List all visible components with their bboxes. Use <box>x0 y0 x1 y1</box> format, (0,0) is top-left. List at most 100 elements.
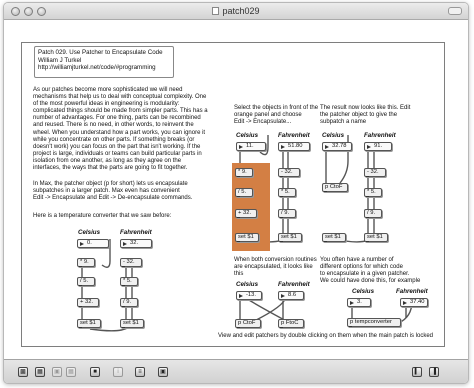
set-message[interactable]: set $1 <box>364 233 388 242</box>
patcher-object[interactable]: p tempconverter <box>347 318 401 327</box>
lock-icon[interactable]: ▩ <box>18 367 28 377</box>
celsius-number-box[interactable]: 11. <box>236 142 266 151</box>
fahrenheit-label: Fahrenheit <box>278 281 310 288</box>
fahrenheit-number-box[interactable]: 91. <box>364 142 392 151</box>
fahrenheit-number-box[interactable]: 8.6 <box>278 291 304 300</box>
intro-line: of the most powerful ideas in engineerin… <box>33 101 180 108</box>
celsius-label: Celsius <box>236 281 259 288</box>
celsius-number-box[interactable]: 32.78 <box>322 142 352 151</box>
info-icon[interactable]: i <box>113 367 123 377</box>
comment-line: You often have a number of <box>320 257 394 263</box>
celsius-label: Celsius <box>78 229 101 236</box>
multiply-object[interactable]: * 5. <box>278 188 296 197</box>
add-object[interactable]: + 32. <box>235 209 257 218</box>
intro-comment: As our patches become more sophisticated… <box>33 87 233 172</box>
header-line-2: William J Turkel <box>38 56 82 64</box>
content-panel: Patch 029. Use Patcher to Encapsulate Co… <box>21 42 445 347</box>
intro-line: As our patches become more sophisticated… <box>33 87 183 93</box>
celsius-label: Celsius <box>322 132 345 139</box>
intro-line: isolation from one another, as long as t… <box>33 157 182 164</box>
fahrenheit-number-box[interactable]: 37.40 <box>400 298 428 307</box>
patcher-object[interactable]: p FtoC <box>278 319 304 328</box>
patcher-object[interactable]: p CtoF <box>235 319 261 328</box>
multiply-object[interactable]: * 9. <box>77 258 95 267</box>
intro-line: project is large, individuals or teams c… <box>33 150 202 157</box>
title-bar: patch029 <box>4 3 468 20</box>
subtract-object[interactable]: - 32. <box>120 258 142 267</box>
comment-line: When both conversion routines <box>234 257 317 263</box>
options-comment: You often have a number of different opt… <box>320 257 444 285</box>
toolbar-toggle-icon[interactable] <box>448 7 462 15</box>
patch-canvas[interactable]: Patch 029. Use Patcher to Encapsulate Co… <box>4 21 468 359</box>
comment-line: Select the objects in front of the <box>234 105 319 111</box>
patcher-window: patch029 Patch 029. Use Patcher to Encap… <box>3 2 469 384</box>
celsius-label: Celsius <box>236 132 259 139</box>
comment-line: We could have done this, for example <box>320 278 421 285</box>
fahrenheit-label: Fahrenheit <box>396 288 428 295</box>
inspector-icon[interactable]: ■ <box>90 367 100 377</box>
intro-line: and reused. There is no need, in other w… <box>33 122 194 129</box>
para-line: Edit -> Encapsulate and Edit -> De-encap… <box>33 195 193 202</box>
bottom-toolbar: ▩ ▦ ▣ ▦ ■ i ≡ ▣ ▍ ▐ <box>4 359 468 383</box>
new-object-icon[interactable]: ▦ <box>35 367 45 377</box>
divide-object[interactable]: / 5. <box>235 188 253 197</box>
intro-line: wheel. When you understand how a part wo… <box>33 129 206 136</box>
divide-object[interactable]: / 9. <box>364 209 382 218</box>
celsius-label: Celsius <box>352 288 375 295</box>
celsius-number-box[interactable]: -13. <box>236 291 262 300</box>
add-object[interactable]: + 32. <box>77 298 99 307</box>
encapsulate-comment: In Max, the patcher object (p for short)… <box>33 181 233 202</box>
set-message[interactable]: set $1 <box>235 233 259 242</box>
sidebar-right-icon[interactable]: ▐ <box>429 367 439 377</box>
list-icon[interactable]: ≡ <box>135 367 145 377</box>
comment-line: the patcher object to give the <box>320 112 398 119</box>
patcher-object[interactable]: p CtoF <box>322 183 348 192</box>
multiply-object[interactable]: * 9. <box>235 168 253 177</box>
multiply-object[interactable]: * 5. <box>120 277 138 286</box>
intro-line: interfaces, the ways that the parts are … <box>33 165 188 172</box>
intro-line: number of advantages. For one thing, par… <box>33 115 201 122</box>
fahrenheit-label: Fahrenheit <box>364 132 396 139</box>
header-line-3: http://williamjturkel.net/code/#programm… <box>38 64 156 71</box>
divide-object[interactable]: / 9. <box>120 298 138 307</box>
document-icon <box>212 7 220 15</box>
set-message[interactable]: set $1 <box>77 319 101 328</box>
celsius-number-box[interactable]: 3. <box>347 298 371 307</box>
set-message[interactable]: set $1 <box>322 233 346 242</box>
sidebar-left-icon[interactable]: ▍ <box>412 367 422 377</box>
celsius-number-box[interactable]: 0. <box>77 239 109 248</box>
comment-line: to encapsulate in a given patcher. <box>320 271 410 278</box>
comment-line: different options for which code <box>320 264 403 271</box>
grid-icon[interactable]: ▦ <box>66 367 76 377</box>
subtract-object[interactable]: - 32. <box>278 168 300 177</box>
subtract-object[interactable]: - 32. <box>364 168 386 177</box>
patch-header-comment: Patch 029. Use Patcher to Encapsulate Co… <box>34 46 174 78</box>
divide-object[interactable]: / 5. <box>77 277 95 286</box>
window-title-text: patch029 <box>222 6 260 16</box>
fahrenheit-number-box[interactable]: 32. <box>120 239 152 248</box>
comment-line: are encapsulated, it looks like <box>234 264 313 271</box>
intro-line: mechanisms that help us to deal with con… <box>33 94 207 101</box>
converter-comment: Here is a temperature converter that we … <box>33 213 172 219</box>
para-line: In Max, the patcher object (p for short)… <box>33 181 188 187</box>
hint-comment: View and edit patchers by double clickin… <box>218 333 434 339</box>
comment-line: subpatch a name <box>320 119 367 126</box>
para-line: subpatches in a larger patch. Max even h… <box>33 188 180 195</box>
result-comment: The result now looks like this. Edit the… <box>320 105 440 126</box>
set-message[interactable]: set $1 <box>278 233 302 242</box>
multiply-object[interactable]: * 5. <box>364 188 382 197</box>
fahrenheit-number-box[interactable]: 51.80 <box>278 142 310 151</box>
divide-object[interactable]: / 9. <box>278 209 296 218</box>
set-message[interactable]: set $1 <box>120 319 144 328</box>
window-icon[interactable]: ▣ <box>158 367 168 377</box>
comment-line: this <box>234 271 244 278</box>
window-title: patch029 <box>4 6 468 16</box>
intro-line: doesn't work) you can focus on the part … <box>33 143 201 150</box>
intro-line: complicated things should be made from s… <box>33 108 208 115</box>
comment-line: orange panel and choose <box>234 112 302 119</box>
fahrenheit-label: Fahrenheit <box>278 132 310 139</box>
comment-line: The result now looks like this. Edit <box>320 105 411 111</box>
select-objects-comment: Select the objects in front of the orang… <box>234 105 334 126</box>
presentation-icon[interactable]: ▣ <box>52 367 62 377</box>
encapsulated-comment: When both conversion routines are encaps… <box>234 257 324 278</box>
